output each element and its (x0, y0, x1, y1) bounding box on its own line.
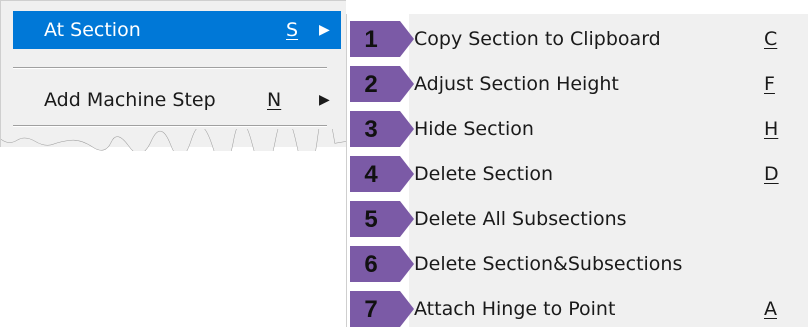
submenu-item-adjust-height[interactable]: 2 Adjust Section Height F (347, 65, 808, 103)
submenu-item-hide-section[interactable]: 3 Hide Section H (347, 110, 808, 148)
submenu-item-label: Delete All Subsections (414, 208, 627, 230)
submenu-item-delete-section-subsections[interactable]: 6 Delete Section&Subsections (347, 245, 808, 283)
submenu-item-shortcut: C (764, 28, 778, 50)
submenu-arrow-icon: ▶ (319, 22, 330, 38)
number-tag-digit: 5 (364, 206, 378, 233)
submenu-item-shortcut: H (764, 118, 779, 140)
number-tag-icon: 7 (350, 291, 414, 327)
submenu-item-shortcut: A (764, 298, 777, 320)
submenu-item-label: Copy Section to Clipboard (414, 28, 661, 50)
submenu-item-delete-all-subsections[interactable]: 5 Delete All Subsections (347, 200, 808, 238)
submenu-arrow-icon: ▶ (319, 92, 330, 108)
number-tag-digit: 3 (364, 116, 378, 143)
menu-item-label: Add Machine Step (44, 89, 216, 111)
menu-item-at-section[interactable]: At Section S ▶ (13, 11, 341, 49)
menu-separator (13, 67, 327, 69)
submenu-item-shortcut: F (764, 73, 775, 95)
section-submenu: 1 Copy Section to Clipboard C 2 Adjust S… (346, 14, 808, 327)
menu-item-label: At Section (44, 19, 141, 41)
number-tag-icon: 2 (350, 66, 414, 102)
torn-edge-decoration (1, 129, 347, 151)
submenu-item-label: Attach Hinge to Point (414, 298, 616, 320)
menu-item-access-key: N (267, 89, 282, 111)
number-tag-digit: 7 (364, 296, 378, 323)
number-tag-digit: 1 (364, 26, 378, 53)
number-tag-icon: 4 (350, 156, 414, 192)
menu-item-access-key: S (286, 19, 299, 41)
menu-item-add-machine-step[interactable]: Add Machine Step N ▶ (13, 81, 341, 119)
submenu-item-shortcut: D (764, 163, 779, 185)
number-tag-icon: 5 (350, 201, 414, 237)
number-tag-icon: 1 (350, 21, 414, 57)
number-tag-icon: 3 (350, 111, 414, 147)
parent-menu: At Section S ▶ Add Machine Step N ▶ (0, 0, 347, 151)
number-tag-icon: 6 (350, 246, 414, 282)
submenu-item-attach-hinge[interactable]: 7 Attach Hinge to Point A (347, 290, 808, 327)
number-tag-digit: 4 (364, 161, 378, 188)
submenu-item-delete-section[interactable]: 4 Delete Section D (347, 155, 808, 193)
submenu-item-label: Adjust Section Height (414, 73, 619, 95)
context-menu-stage: At Section S ▶ Add Machine Step N ▶ 1 Co… (0, 0, 808, 327)
menu-separator (13, 125, 327, 127)
number-tag-digit: 2 (364, 71, 378, 98)
submenu-item-copy-section[interactable]: 1 Copy Section to Clipboard C (347, 20, 808, 58)
number-tag-digit: 6 (364, 251, 378, 278)
submenu-item-label: Hide Section (414, 118, 534, 140)
submenu-item-label: Delete Section (414, 163, 554, 185)
submenu-item-label: Delete Section&Subsections (414, 253, 683, 275)
